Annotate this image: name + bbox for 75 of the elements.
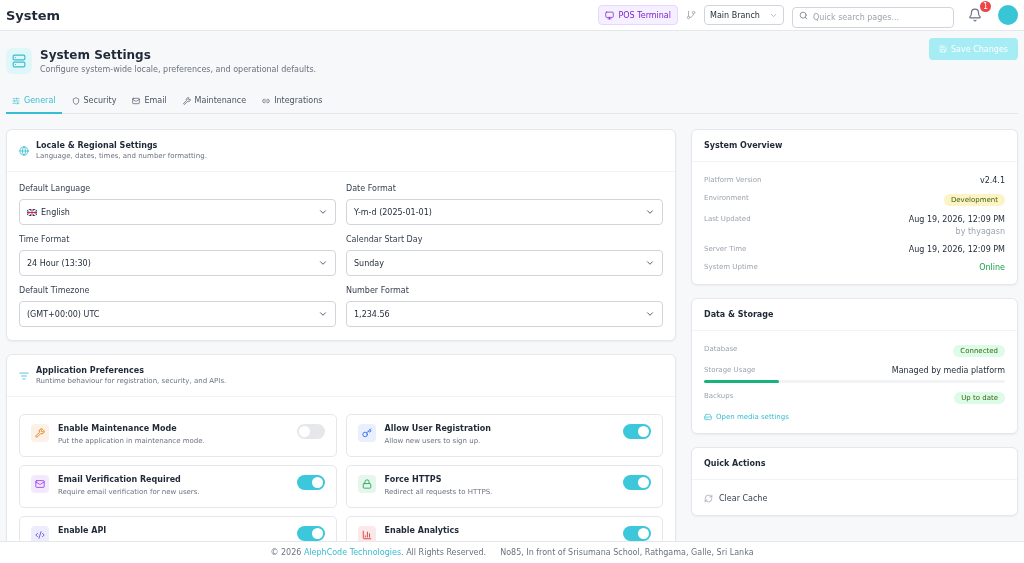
preference-title: Email Verification Required xyxy=(58,475,182,484)
toggle-switch[interactable] xyxy=(296,424,325,439)
info-value: Managed by media platform xyxy=(891,366,1005,375)
mail-icon xyxy=(132,96,141,105)
select-field[interactable]: Y-m-d (2025-01-01) xyxy=(346,199,663,225)
field-label: Default Language xyxy=(19,184,92,193)
copyright-text: © 2026 AlephCode Technologies. All Rights Reserved. xyxy=(270,548,487,557)
settings-tab[interactable]: Integrations xyxy=(256,90,329,114)
address-text: No85, In front of Srisumana School, Rathgama, Galle, Sri Lanka xyxy=(500,548,754,557)
page-subtitle: Configure system-wide locale, preferences, and operational defaults. xyxy=(40,65,318,74)
select-field[interactable]: English xyxy=(19,199,336,225)
flag-icon xyxy=(27,208,37,216)
toggle-switch[interactable] xyxy=(296,526,325,541)
key-icon xyxy=(357,424,376,442)
toggle-switch[interactable] xyxy=(296,475,325,490)
sliders-icon xyxy=(12,96,20,105)
select-field[interactable]: 1,234.56 xyxy=(346,301,663,327)
server-icon xyxy=(6,48,32,74)
preference-title: Enable API xyxy=(58,526,108,535)
wrench-icon xyxy=(31,424,49,442)
field-label: Date Format xyxy=(346,184,397,193)
card-title: Data & Storage xyxy=(704,310,774,319)
chevron-down-icon xyxy=(645,309,655,319)
info-value: Aug 19, 2026, 12:09 PM xyxy=(908,245,1005,254)
globe-icon xyxy=(19,145,29,156)
info-value: v2.4.1 xyxy=(979,176,1005,185)
page-title: System Settings xyxy=(40,48,152,62)
info-value: Aug 19, 2026, 12:09 PM xyxy=(908,215,1005,224)
notification-badge: 1 xyxy=(980,1,991,12)
branch-select[interactable]: Main Branch xyxy=(704,5,784,25)
save-icon xyxy=(939,45,947,53)
field-label: Number Format xyxy=(346,286,410,295)
settings-tab[interactable]: Email xyxy=(126,90,173,114)
chevron-down-icon xyxy=(645,207,655,217)
monitor-icon xyxy=(605,10,615,20)
app-title: System xyxy=(6,7,62,23)
preference-title: Force HTTPS xyxy=(384,475,443,484)
card-title: System Overview xyxy=(704,141,783,150)
settings-tab[interactable]: Maintenance xyxy=(176,90,253,114)
clear-cache-button[interactable]: Clear Cache xyxy=(704,494,1005,503)
pos-terminal-button[interactable]: POS Terminal xyxy=(598,5,678,25)
chevron-down-icon xyxy=(645,258,655,268)
select-field[interactable]: 24 Hour (13:30) xyxy=(19,250,336,276)
select-field[interactable]: (GMT+00:00) UTC xyxy=(19,301,336,327)
wrench-icon xyxy=(182,96,191,105)
chevron-down-icon xyxy=(318,207,328,217)
settings-tab[interactable]: Security xyxy=(65,90,123,114)
lock-icon xyxy=(357,475,376,493)
field-label: Calendar Start Day xyxy=(346,235,424,244)
card-title: Locale & Regional Settings xyxy=(36,141,159,150)
toggle-switch[interactable] xyxy=(623,424,651,439)
field-label: Default Timezone xyxy=(19,286,91,295)
mail-icon xyxy=(31,475,49,493)
notifications-bell-icon[interactable] xyxy=(968,8,982,22)
card-title: Application Preferences xyxy=(36,366,145,375)
chevron-down-icon xyxy=(318,258,328,268)
preference-title: Enable Analytics xyxy=(384,526,461,535)
refresh-icon xyxy=(704,494,713,503)
branch-icon xyxy=(686,10,696,20)
updated-by: by thyagasn xyxy=(955,227,1005,236)
link-icon xyxy=(262,96,271,105)
preference-title: Enable Maintenance Mode xyxy=(58,424,178,433)
drive-icon xyxy=(704,413,712,421)
shield-icon xyxy=(71,96,80,105)
preference-title: Allow User Registration xyxy=(384,424,492,433)
user-avatar[interactable] xyxy=(998,5,1018,25)
toggle-switch[interactable] xyxy=(623,475,651,490)
select-field[interactable]: Sunday xyxy=(346,250,663,276)
toggle-switch[interactable] xyxy=(623,526,651,541)
field-label: Time Format xyxy=(19,235,71,244)
chevron-down-icon xyxy=(318,309,328,319)
search-field[interactable]: Quick search pages... xyxy=(792,6,954,28)
list-icon xyxy=(19,370,29,381)
card-title: Quick Actions xyxy=(704,459,766,468)
status-text: Online xyxy=(979,263,1005,272)
